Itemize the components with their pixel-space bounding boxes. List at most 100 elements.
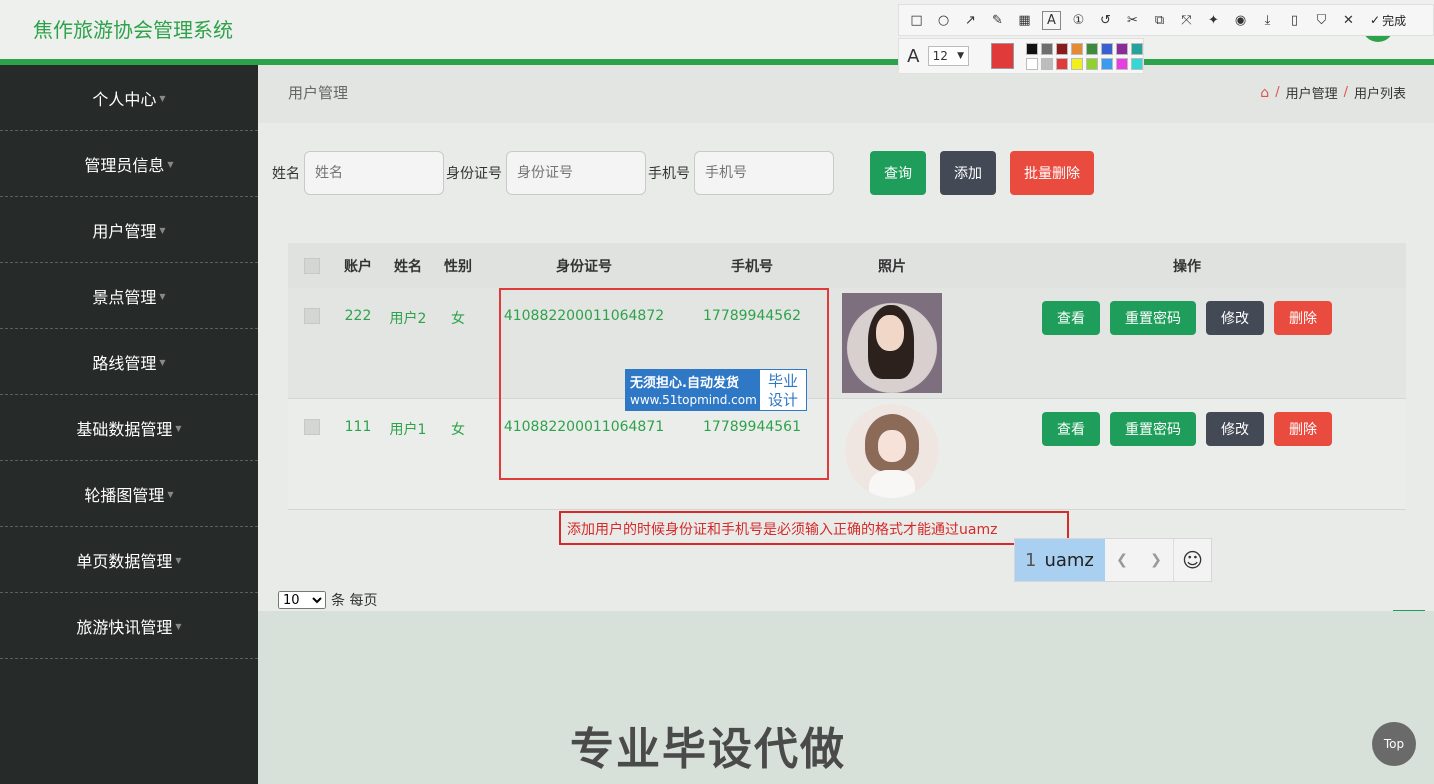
back-to-top-button[interactable]: Top — [1372, 722, 1416, 766]
number-tool-icon[interactable]: ① — [1069, 11, 1088, 30]
row-checkbox[interactable] — [304, 308, 320, 324]
per-page-label: 条 每页 — [331, 593, 378, 609]
view-button[interactable]: 查看 — [1042, 412, 1100, 446]
home-icon[interactable]: ⌂ — [1260, 85, 1269, 101]
row-checkbox[interactable] — [304, 419, 320, 435]
text-tool-icon[interactable]: A — [1042, 10, 1061, 30]
reset-password-button[interactable]: 重置密码 — [1110, 412, 1196, 446]
caret-down-icon: ▼ — [167, 490, 174, 499]
id-card-label: 身份证号 — [446, 166, 502, 182]
download-icon[interactable]: ⤓ — [1258, 11, 1277, 30]
color-swatch[interactable] — [1056, 42, 1068, 55]
close-icon[interactable]: ✕ — [1339, 11, 1358, 30]
color-swatch[interactable] — [1026, 57, 1038, 70]
query-button[interactable]: 查询 — [870, 151, 926, 195]
long-screenshot-icon[interactable]: ⤧ — [1177, 11, 1196, 30]
color-swatch[interactable] — [1026, 42, 1038, 55]
sidebar-item-route-management[interactable]: 路线管理 ▼ — [0, 329, 258, 395]
page-header: 用户管理 ⌂ / 用户管理 / 用户列表 — [258, 65, 1434, 123]
header-account: 账户 — [344, 258, 372, 275]
name-input[interactable] — [304, 151, 444, 195]
mosaic-tool-icon[interactable]: ▦ — [1015, 11, 1034, 30]
sidebar-item-basic-data[interactable]: 基础数据管理 ▼ — [0, 395, 258, 461]
undo-icon[interactable]: ↺ — [1096, 11, 1115, 30]
search-form: 姓名 身份证号 手机号 查询 添加 批量删除 — [272, 151, 1094, 195]
sidebar-item-user-management[interactable]: 用户管理 ▼ — [0, 197, 258, 263]
color-swatch[interactable] — [1056, 57, 1068, 70]
sidebar-item-carousel[interactable]: 轮播图管理 ▼ — [0, 461, 258, 527]
id-card-input[interactable] — [506, 151, 646, 195]
delete-button[interactable]: 删除 — [1274, 412, 1332, 446]
cell-name: 用户1 — [389, 422, 427, 438]
sidebar-item-scenic-management[interactable]: 景点管理 ▼ — [0, 263, 258, 329]
pen-tool-icon[interactable]: ✎ — [988, 11, 1007, 30]
delete-button[interactable]: 删除 — [1274, 301, 1332, 335]
color-swatch[interactable] — [1041, 42, 1053, 55]
header-sex: 性别 — [444, 258, 472, 275]
phone-icon[interactable]: ▯ — [1285, 11, 1304, 30]
phone-input[interactable] — [694, 151, 834, 195]
header-phone: 手机号 — [731, 258, 773, 275]
color-swatch[interactable] — [1086, 42, 1098, 55]
add-button[interactable]: 添加 — [940, 151, 996, 195]
font-icon: A — [907, 45, 920, 67]
edit-button[interactable]: 修改 — [1206, 301, 1264, 335]
current-color-swatch[interactable] — [991, 43, 1014, 69]
header-id-card: 身份证号 — [556, 258, 612, 275]
arrow-tool-icon[interactable]: ↗ — [961, 11, 980, 30]
pin-icon[interactable]: ✦ — [1204, 11, 1223, 30]
chevron-right-icon[interactable]: ❯ — [1139, 539, 1173, 581]
chevron-left-icon[interactable]: ❮ — [1105, 539, 1139, 581]
breadcrumb-item[interactable]: 用户管理 — [1286, 83, 1338, 102]
ime-candidate-panel: 1 uamz ❮ ❯ ☺ — [1014, 538, 1212, 582]
breadcrumb-item: 用户列表 — [1353, 87, 1406, 102]
color-swatch[interactable] — [1071, 57, 1083, 70]
ellipse-tool-icon[interactable]: ○ — [934, 11, 953, 30]
promo-watermark-text: 专业毕设代做 — [570, 724, 846, 775]
name-label: 姓名 — [272, 166, 300, 182]
user-photo — [842, 293, 942, 393]
color-swatch[interactable] — [1086, 57, 1098, 70]
caret-down-icon: ▼ — [159, 94, 166, 103]
select-all-checkbox[interactable] — [304, 257, 320, 274]
main-content: 用户管理 ⌂ / 用户管理 / 用户列表 姓名 身份证号 手机号 查询 添加 批… — [258, 65, 1434, 784]
color-swatch[interactable] — [1131, 57, 1143, 70]
cell-account: 222 — [344, 308, 372, 324]
watermark-line2: www.51topmind.com — [630, 393, 757, 407]
color-swatch[interactable] — [1101, 42, 1113, 55]
record-icon[interactable]: ◉ — [1231, 11, 1250, 30]
breadcrumb: ⌂ / 用户管理 / 用户列表 — [1260, 83, 1406, 103]
color-swatch[interactable] — [1131, 42, 1143, 55]
page-size-control: 10 条 每页 — [278, 590, 377, 610]
batch-delete-button[interactable]: 批量删除 — [1010, 151, 1094, 195]
sidebar-item-personal-center[interactable]: 个人中心 ▼ — [0, 65, 258, 131]
sidebar-item-single-page-data[interactable]: 单页数据管理 ▼ — [0, 527, 258, 593]
color-swatch[interactable] — [1101, 57, 1113, 70]
color-swatch[interactable] — [1071, 42, 1083, 55]
scissors-icon[interactable]: ✂ — [1123, 11, 1142, 30]
font-size-select[interactable]: 12 ▼ — [927, 46, 970, 66]
ime-candidate[interactable]: 1 uamz — [1015, 539, 1105, 581]
phone-label: 手机号 — [648, 166, 690, 182]
edit-button[interactable]: 修改 — [1206, 412, 1264, 446]
app-title: 焦作旅游协会管理系统 — [33, 18, 233, 42]
annotation-text-box[interactable]: 添加用户的时候身份证和手机号是必须输入正确的格式才能通过uamz — [559, 511, 1069, 545]
reset-password-button[interactable]: 重置密码 — [1110, 301, 1196, 335]
view-button[interactable]: 查看 — [1042, 301, 1100, 335]
sidebar-item-travel-news[interactable]: 旅游快讯管理 ▼ — [0, 593, 258, 659]
color-swatch[interactable] — [1116, 57, 1128, 70]
emoji-icon[interactable]: ☺ — [1173, 539, 1211, 581]
sidebar-item-admin-info[interactable]: 管理员信息 ▼ — [0, 131, 258, 197]
table-row: 111 用户1 女 410882200011064871 17789944561… — [288, 399, 1406, 510]
ocr-icon[interactable]: ⧉ — [1150, 11, 1169, 30]
caret-down-icon: ▼ — [167, 160, 174, 169]
breadcrumb-separator: / — [1343, 85, 1348, 100]
color-swatch[interactable] — [1116, 42, 1128, 55]
color-palette — [1026, 42, 1143, 70]
color-swatch[interactable] — [1041, 57, 1053, 70]
rectangle-tool-icon[interactable]: □ — [907, 11, 926, 30]
page-title: 用户管理 — [288, 84, 349, 102]
bookmark-icon[interactable]: ⛉ — [1312, 11, 1331, 30]
done-button[interactable]: ✓ 完成 — [1370, 12, 1406, 29]
page-size-select[interactable]: 10 — [278, 591, 326, 609]
